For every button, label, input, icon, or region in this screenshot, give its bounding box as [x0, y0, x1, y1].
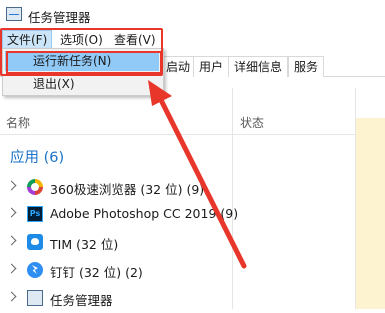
chevron-right-icon[interactable]: [6, 235, 17, 246]
chevron-right-icon[interactable]: [6, 180, 17, 191]
list-item-label: 360极速浏览器 (32 位) (9): [50, 182, 205, 197]
cpu-column: [356, 118, 385, 309]
window-title: 任务管理器: [28, 10, 91, 25]
list-item[interactable]: Ps Adobe Photoshop CC 2019 (9): [0, 203, 355, 229]
chevron-right-icon[interactable]: [6, 263, 17, 274]
dingtalk-icon: [27, 262, 43, 278]
chevron-right-icon[interactable]: [6, 207, 17, 218]
list-item[interactable]: TIM (32 位): [0, 231, 355, 257]
tab-users[interactable]: 用户: [193, 56, 230, 77]
column-status[interactable]: 状态: [240, 114, 264, 131]
chevron-right-icon[interactable]: [6, 291, 17, 302]
group-apps[interactable]: 应用 (6): [10, 146, 64, 167]
column-header: 名称 状态: [0, 108, 385, 135]
column-name[interactable]: 名称: [6, 114, 30, 131]
list-item-label: 任务管理器: [50, 293, 113, 308]
tab-details[interactable]: 详细信息: [228, 56, 289, 77]
list-item-label: TIM (32 位): [50, 237, 119, 252]
task-manager-icon: [6, 7, 22, 21]
cpu-column-header: [356, 88, 385, 118]
tim-icon: [27, 234, 43, 250]
task-manager-icon: [27, 290, 43, 306]
list-item-label: Adobe Photoshop CC 2019 (9): [50, 206, 239, 221]
title-bar: 任务管理器: [0, 0, 385, 30]
tab-startup[interactable]: 启动: [160, 56, 197, 77]
list-item[interactable]: 钉钉 (32 位) (2): [0, 259, 355, 285]
annotation-box-run-task: [6, 51, 162, 74]
menu-item-exit[interactable]: 退出(X): [5, 74, 159, 94]
list-item[interactable]: 360极速浏览器 (32 位) (9): [0, 176, 355, 202]
photoshop-icon: Ps: [27, 206, 43, 222]
browser-360-icon: [27, 179, 43, 195]
list-item[interactable]: 任务管理器: [0, 287, 355, 313]
tab-services[interactable]: 服务: [288, 56, 325, 77]
list-item-label: 钉钉 (32 位) (2): [50, 265, 143, 280]
